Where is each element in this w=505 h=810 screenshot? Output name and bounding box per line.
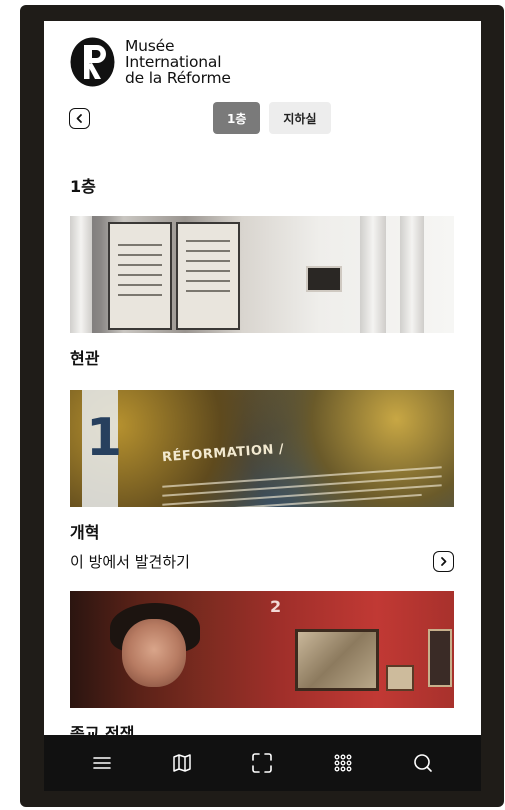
floor-tabs: 1층 지하실 (213, 102, 331, 134)
room-image-lobby (70, 216, 454, 333)
column-decor (400, 216, 424, 333)
museum-logo: Musée International de la Réforme (70, 33, 231, 91)
discover-link[interactable]: 이 방에서 발견하기 (70, 551, 190, 572)
museum-name-line: de la Réforme (125, 69, 231, 87)
room-image-religious-war: 2 (70, 591, 454, 708)
tab-floor-1[interactable]: 1층 (213, 102, 261, 134)
nav-menu[interactable] (82, 743, 122, 783)
museum-name: Musée International de la Réforme (125, 38, 231, 86)
nav-search[interactable] (403, 743, 443, 783)
room-image-reformation: 1 RÉFORMATION / (70, 390, 454, 507)
exhibit-panel (108, 222, 172, 330)
museum-name-line: Musée (125, 37, 175, 55)
discover-button[interactable] (433, 551, 454, 572)
nav-scan[interactable] (242, 743, 282, 783)
nav-grid[interactable] (323, 743, 363, 783)
vitrine-decor (306, 266, 342, 292)
column-decor (360, 216, 386, 333)
bottom-nav (44, 735, 481, 791)
exhibit-panel (176, 222, 240, 330)
room-number: 1 (86, 408, 123, 468)
chevron-right-icon (441, 557, 447, 566)
chevron-left-icon (76, 114, 82, 123)
room-card-lobby[interactable]: 현관 (70, 216, 454, 369)
room-title: 현관 (70, 349, 100, 368)
discover-row[interactable]: 이 방에서 발견하기 (70, 551, 454, 572)
room-card-religious-war[interactable]: 2 종교 전쟁 (70, 591, 454, 744)
painting-decor (295, 629, 379, 691)
nav-map[interactable] (162, 743, 202, 783)
portrait-decor (122, 619, 186, 687)
tab-basement[interactable]: 지하실 (269, 102, 331, 134)
back-button[interactable] (69, 108, 90, 129)
room-title: 개혁 (70, 523, 100, 542)
painting-decor (428, 629, 452, 687)
floor-heading: 1층 (70, 177, 96, 196)
painting-decor (386, 665, 414, 691)
app-screen: Musée International de la Réforme 1층 지하실… (44, 21, 481, 791)
grid-icon (334, 754, 352, 772)
room-number: 2 (270, 597, 282, 616)
column-decor (70, 216, 92, 333)
map-icon (173, 754, 192, 772)
scan-icon (252, 753, 273, 773)
room-card-reformation[interactable]: 1 RÉFORMATION / 개혁 이 방에서 발견하기 (70, 390, 454, 572)
menu-icon (93, 757, 111, 769)
museum-logo-icon (70, 37, 115, 87)
search-icon (414, 754, 432, 772)
reformation-banner-title: RÉFORMATION / (161, 441, 285, 466)
museum-name-line: International (125, 53, 222, 71)
